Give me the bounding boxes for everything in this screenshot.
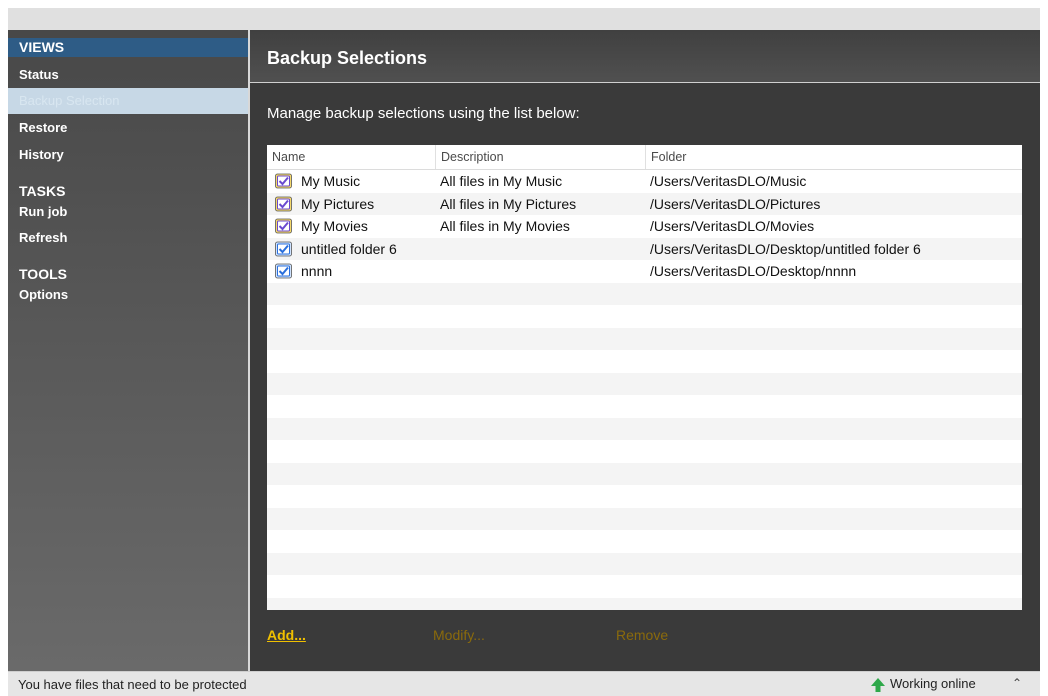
row-folder: /Users/VeritasDLO/Pictures	[650, 195, 821, 212]
empty-row	[267, 372, 1022, 395]
nav-status[interactable]: Status	[8, 62, 248, 88]
views-header: VIEWS	[8, 38, 248, 57]
empty-row	[267, 327, 1022, 350]
modify-link[interactable]: Modify...	[433, 627, 485, 643]
status-bar: You have files that need to be protected…	[8, 671, 1040, 696]
custom-folder-icon	[275, 241, 292, 257]
row-name: nnnn	[301, 263, 333, 279]
row-description: All files in My Music	[440, 173, 563, 189]
up-arrow-icon	[870, 677, 886, 693]
nav-history[interactable]: History	[8, 142, 248, 168]
page-title: Backup Selections	[267, 48, 428, 68]
instructions-text: Manage backup selections using the list …	[267, 105, 580, 122]
nav-backup-selection[interactable]: Backup Selection	[8, 88, 248, 114]
movies-folder-icon	[275, 218, 292, 234]
column-header-folder[interactable]: Folder	[645, 145, 1022, 169]
empty-row	[267, 282, 1022, 305]
table-row[interactable]: My Music All files in My Music/Users/Veri…	[267, 170, 1022, 193]
window-titlebar	[8, 8, 1040, 30]
row-folder: /Users/VeritasDLO/Desktop/nnnn	[650, 263, 857, 279]
empty-row	[267, 485, 1022, 508]
row-name: My Movies	[301, 218, 368, 234]
remove-link[interactable]: Remove	[616, 627, 668, 643]
table-row[interactable]: My Movies All files in My Movies/Users/Ve…	[267, 215, 1022, 238]
empty-row	[267, 507, 1022, 530]
table-row[interactable]: nnnn/Users/VeritasDLO/Desktop/nnnn	[267, 260, 1022, 283]
custom-folder-icon	[275, 263, 292, 279]
sidebar: VIEWS Status Backup Selection Restore Hi…	[8, 30, 248, 671]
empty-row	[267, 350, 1022, 373]
column-header-name[interactable]: Name	[267, 145, 435, 169]
status-message: You have files that need to be protected	[18, 677, 247, 692]
column-header-description[interactable]: Description	[435, 145, 645, 169]
empty-row	[267, 552, 1022, 575]
connection-label: Working online	[890, 676, 976, 691]
empty-row	[267, 462, 1022, 485]
empty-row	[267, 417, 1022, 440]
add-link[interactable]: Add...	[267, 627, 306, 643]
nav-restore[interactable]: Restore	[8, 115, 248, 141]
main-panel: Backup Selections Manage backup selectio…	[250, 30, 1040, 671]
row-folder: /Users/VeritasDLO/Movies	[650, 218, 815, 234]
table-row[interactable]: untitled folder 6/Users/VeritasDLO/Deskt…	[267, 237, 1022, 260]
music-folder-icon	[275, 173, 292, 189]
empty-row	[267, 305, 1022, 328]
row-name: My Pictures	[301, 195, 375, 212]
row-description: All files in My Pictures	[440, 195, 577, 212]
main-header: Backup Selections	[250, 30, 1040, 83]
task-run-job[interactable]: Run job	[8, 199, 248, 225]
row-description: All files in My Movies	[440, 218, 570, 234]
row-folder: /Users/VeritasDLO/Desktop/untitled folde…	[650, 240, 921, 257]
row-name: My Music	[301, 173, 361, 189]
pictures-folder-icon	[275, 196, 292, 212]
empty-row	[267, 530, 1022, 553]
backup-selections-table: Name Description Folder My Music All file…	[267, 145, 1022, 610]
task-refresh[interactable]: Refresh	[8, 225, 248, 251]
empty-row	[267, 440, 1022, 463]
empty-row	[267, 575, 1022, 598]
empty-row	[267, 395, 1022, 418]
table-row[interactable]: My Pictures All files in My Pictures/User…	[267, 192, 1022, 215]
tool-options[interactable]: Options	[8, 282, 248, 308]
table-header: Name Description Folder	[267, 145, 1022, 170]
connection-stepper-icon[interactable]: ⌃	[1012, 676, 1022, 690]
row-name: untitled folder 6	[301, 240, 397, 257]
empty-row	[267, 597, 1022, 610]
row-folder: /Users/VeritasDLO/Music	[650, 173, 807, 189]
